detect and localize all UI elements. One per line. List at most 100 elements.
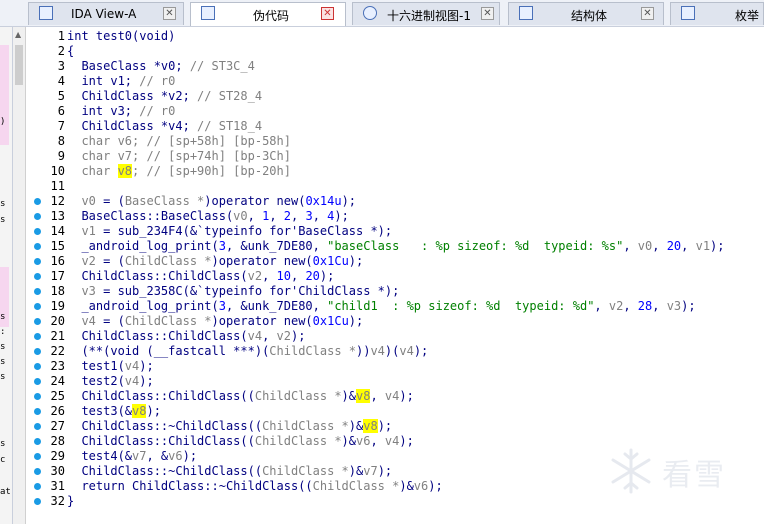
code-line[interactable]: 17 ChildClass::ChildClass(v2, 10, 20); xyxy=(26,269,764,284)
code-token: 0x1Cu xyxy=(312,314,349,328)
code-text[interactable]: ChildClass::ChildClass((ChildClass *)&v8… xyxy=(67,389,414,404)
code-token: v2 xyxy=(247,269,263,283)
code-line[interactable]: 12 v0 = (BaseClass *)operator new(0x14u)… xyxy=(26,194,764,209)
code-token: v4 xyxy=(247,329,263,343)
code-text[interactable]: char v7; // [sp+74h] [bp-3Ch] xyxy=(67,149,291,164)
code-token: ChildClass * xyxy=(262,464,349,478)
line-number: 25 xyxy=(50,389,65,403)
tab-hex-view[interactable]: 十六进制视图-1 ✕ xyxy=(352,2,500,25)
code-line[interactable]: 13 BaseClass::BaseClass(v0, 1, 2, 3, 4); xyxy=(26,209,764,224)
code-line[interactable]: 16 v2 = (ChildClass *)operator new(0x1Cu… xyxy=(26,254,764,269)
code-line[interactable]: 18 v3 = sub_2358C(&`typeinfo for'ChildCl… xyxy=(26,284,764,299)
code-line[interactable]: 8 char v6; // [sp+58h] [bp-58h] xyxy=(26,134,764,149)
code-text[interactable]: v3 = sub_2358C(&`typeinfo for'ChildClass… xyxy=(67,284,399,299)
close-icon[interactable]: ✕ xyxy=(481,7,494,20)
code-token: ChildClass * xyxy=(262,419,349,433)
code-token: v0 xyxy=(81,194,96,208)
code-token: , xyxy=(594,299,609,313)
code-text[interactable]: { xyxy=(67,44,74,59)
code-line[interactable]: 21 ChildClass::ChildClass(v4, v2); xyxy=(26,329,764,344)
code-line[interactable]: 10 char v8; // [sp+90h] [bp-20h] xyxy=(26,164,764,179)
code-line[interactable]: 2{ xyxy=(26,44,764,59)
code-text[interactable]: BaseClass::BaseClass(v0, 1, 2, 3, 4); xyxy=(67,209,349,224)
code-token: , & xyxy=(146,449,169,463)
close-icon[interactable]: ✕ xyxy=(321,7,334,20)
code-line[interactable]: 11 xyxy=(26,179,764,194)
code-line[interactable]: 32} xyxy=(26,494,764,509)
code-line[interactable]: 7 ChildClass *v4; // ST18_4 xyxy=(26,119,764,134)
left-fragment: s xyxy=(0,342,6,352)
code-line[interactable]: 22 (**(void (__fastcall ***)(ChildClass … xyxy=(26,344,764,359)
code-token: ); xyxy=(341,194,357,208)
code-line[interactable]: 19 _android_log_print(3, &unk_7DE80, "ch… xyxy=(26,299,764,314)
code-line[interactable]: 26 test3(&v8); xyxy=(26,404,764,419)
code-text[interactable]: test2(v4); xyxy=(67,374,153,389)
code-token: test3(& xyxy=(67,404,133,418)
close-icon[interactable]: ✕ xyxy=(163,7,176,20)
code-text[interactable]: v1 = sub_234F4(&`typeinfo for'BaseClass … xyxy=(67,224,392,239)
code-token: ; // [sp+90h] [bp-20h] xyxy=(132,164,291,178)
left-fragment: c xyxy=(0,455,6,465)
code-text[interactable]: ChildClass::ChildClass((ChildClass *)&v6… xyxy=(67,434,413,449)
code-text[interactable]: test4(&v7, &v6); xyxy=(67,449,197,464)
code-token: ); xyxy=(334,209,349,223)
code-line[interactable]: 6 int v3; // r0 xyxy=(26,104,764,119)
code-token: ChildClass::ChildClass(( xyxy=(67,389,255,403)
code-token: ChildClass::ChildClass(( xyxy=(67,434,255,448)
line-number: 6 xyxy=(57,104,65,118)
code-token: v0 xyxy=(637,239,653,253)
highlighted-token: v8 xyxy=(117,164,133,178)
structures-icon xyxy=(519,6,533,20)
code-token: ); xyxy=(710,239,725,253)
code-text[interactable]: } xyxy=(67,494,74,509)
code-token: = ( xyxy=(95,254,125,268)
code-text[interactable]: _android_log_print(3, &unk_7DE80, "child… xyxy=(67,299,695,314)
code-text[interactable]: (**(void (__fastcall ***)(ChildClass *))… xyxy=(67,344,428,359)
code-text[interactable]: BaseClass *v0; // ST3C_4 xyxy=(67,59,254,74)
code-line[interactable]: 20 v4 = (ChildClass *)operator new(0x1Cu… xyxy=(26,314,764,329)
code-text[interactable]: _android_log_print(3, &unk_7DE80, "baseC… xyxy=(67,239,725,254)
code-text[interactable]: int v3; // r0 xyxy=(67,104,175,119)
code-token: , xyxy=(262,269,277,283)
code-text[interactable]: test1(v4); xyxy=(67,359,153,374)
code-line[interactable]: 9 char v7; // [sp+74h] [bp-3Ch] xyxy=(26,149,764,164)
code-text[interactable]: ChildClass::~ChildClass((ChildClass *)&v… xyxy=(67,419,392,434)
code-text[interactable]: test3(&v8); xyxy=(67,404,161,419)
code-text[interactable]: ChildClass::ChildClass(v2, 10, 20); xyxy=(67,269,334,284)
code-text[interactable]: ChildClass *v4; // ST18_4 xyxy=(67,119,262,134)
code-line[interactable]: 25 ChildClass::ChildClass((ChildClass *)… xyxy=(26,389,764,404)
code-line[interactable]: 1 int test0(void) xyxy=(26,29,764,44)
code-text[interactable]: return ChildClass::~ChildClass((ChildCla… xyxy=(67,479,442,494)
code-line[interactable]: 14 v1 = sub_234F4(&`typeinfo for'BaseCla… xyxy=(26,224,764,239)
code-token: = sub_2358C(&`typeinfo for'ChildClass *)… xyxy=(95,284,400,298)
tab-ida-view-a[interactable]: IDA View-A ✕ xyxy=(28,2,184,25)
code-line[interactable]: 15 _android_log_print(3, &unk_7DE80, "ba… xyxy=(26,239,764,254)
code-line[interactable]: 24 test2(v4); xyxy=(26,374,764,389)
code-text[interactable]: v4 = (ChildClass *)operator new(0x1Cu); xyxy=(67,314,363,329)
vertical-scrollbar[interactable]: ▲ xyxy=(13,27,26,524)
code-line[interactable]: 5 ChildClass *v2; // ST28_4 xyxy=(26,89,764,104)
code-token: int v3; xyxy=(67,104,140,118)
close-icon[interactable]: ✕ xyxy=(641,7,654,20)
code-token: char v7; // [sp+74h] [bp-3Ch] xyxy=(67,149,291,163)
code-text[interactable]: ChildClass::~ChildClass((ChildClass *)&v… xyxy=(67,464,392,479)
code-text[interactable]: char v6; // [sp+58h] [bp-58h] xyxy=(67,134,291,149)
line-number: 12 xyxy=(50,194,65,208)
code-token: ); xyxy=(348,254,364,268)
code-line[interactable]: 3 BaseClass *v0; // ST3C_4 xyxy=(26,59,764,74)
code-text[interactable]: int test0(void) xyxy=(67,29,175,44)
code-line[interactable]: 27 ChildClass::~ChildClass((ChildClass *… xyxy=(26,419,764,434)
tab-pseudocode[interactable]: 伪代码 ✕ xyxy=(190,2,346,26)
code-text[interactable]: int v1; // r0 xyxy=(67,74,175,89)
code-text[interactable]: char v8; // [sp+90h] [bp-20h] xyxy=(67,164,291,179)
code-text[interactable]: ChildClass *v2; // ST28_4 xyxy=(67,89,262,104)
tab-enums[interactable]: 枚举 xyxy=(670,2,764,25)
code-line[interactable]: 4 int v1; // r0 xyxy=(26,74,764,89)
code-text[interactable]: v2 = (ChildClass *)operator new(0x1Cu); xyxy=(67,254,363,269)
code-text[interactable]: ChildClass::ChildClass(v4, v2); xyxy=(67,329,305,344)
scrollbar-thumb[interactable] xyxy=(15,45,23,85)
code-text[interactable]: v0 = (BaseClass *)operator new(0x14u); xyxy=(67,194,356,209)
scroll-up-icon[interactable]: ▲ xyxy=(15,30,21,39)
tab-structures[interactable]: 结构体 ✕ xyxy=(508,2,664,25)
code-line[interactable]: 23 test1(v4); xyxy=(26,359,764,374)
